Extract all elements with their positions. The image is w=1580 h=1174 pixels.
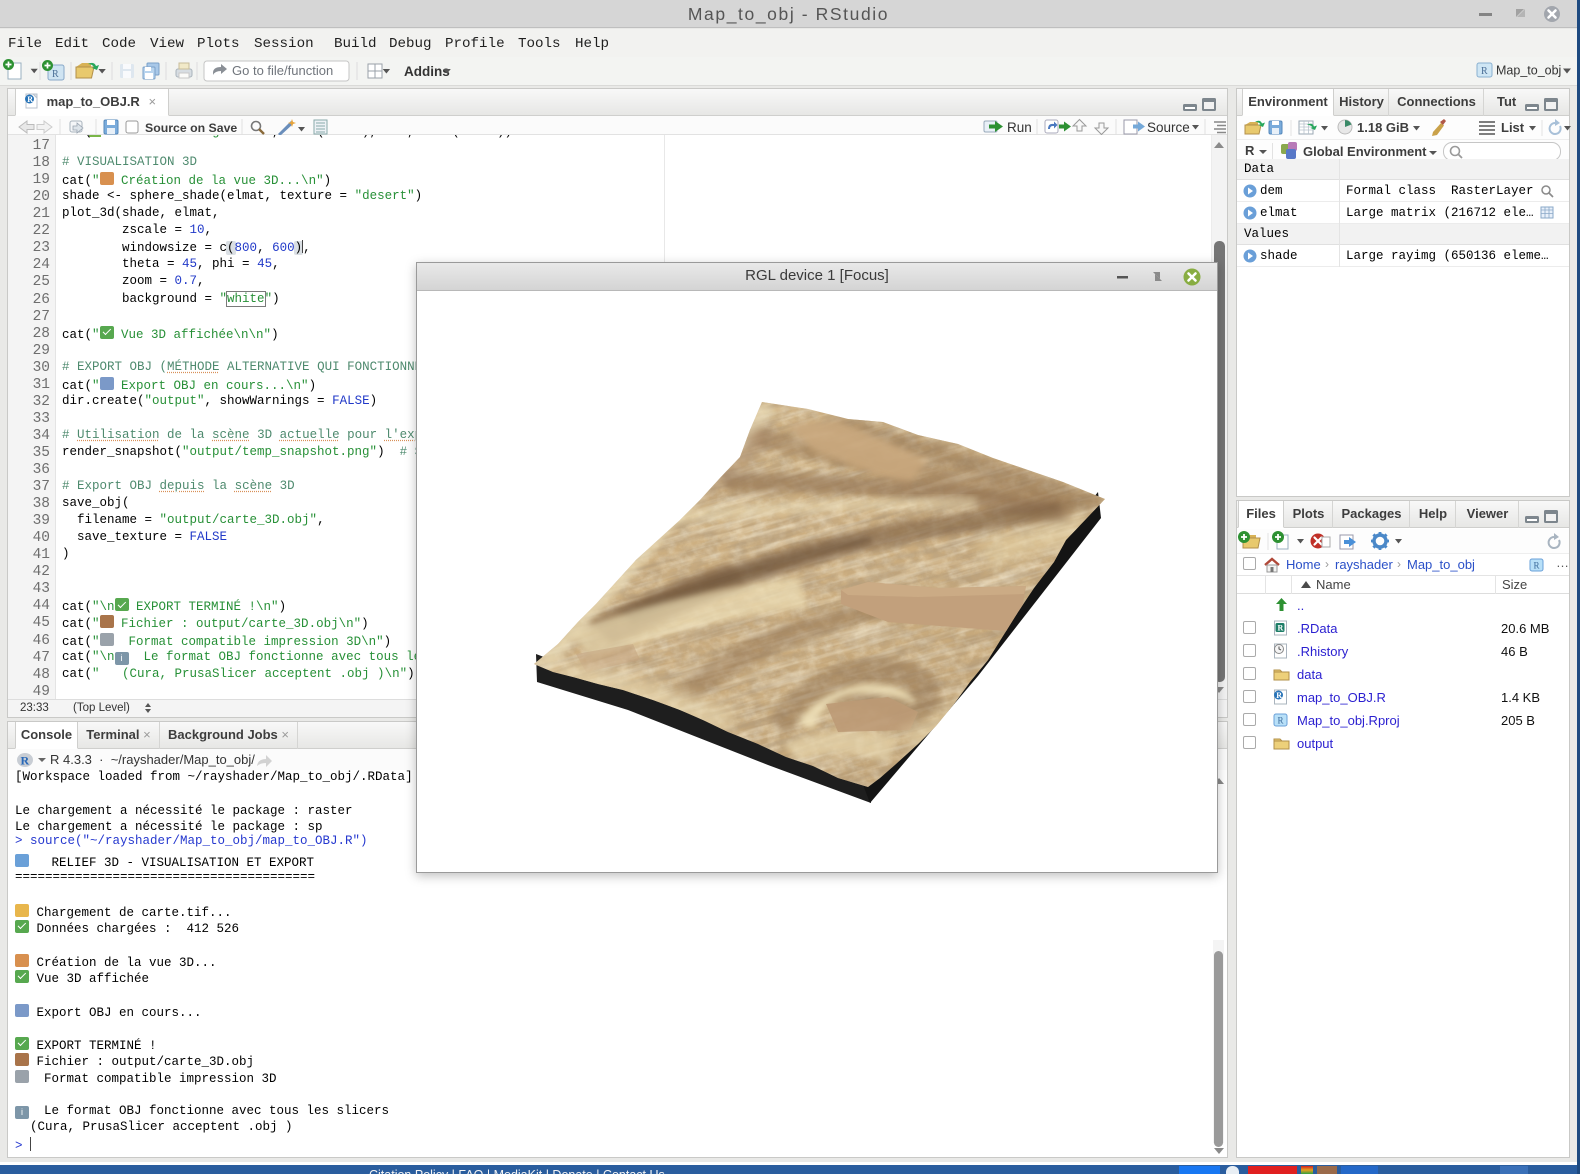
svg-text:1.18 GiB: 1.18 GiB (1357, 120, 1409, 135)
svg-text:Addins: Addins (404, 64, 450, 79)
svg-text:R: R (1278, 624, 1284, 633)
svg-text:Run: Run (1007, 120, 1032, 135)
svg-text:R: R (1534, 561, 1540, 571)
svg-text:Source: Source (1147, 120, 1190, 135)
svg-text:R: R (52, 69, 59, 80)
svg-text:R: R (27, 95, 33, 104)
svg-text:R: R (1481, 66, 1488, 77)
svg-text:R: R (1278, 716, 1284, 726)
svg-text:Map_to_obj: Map_to_obj (1496, 64, 1561, 78)
svg-text:Source on Save: Source on Save (145, 121, 237, 135)
svg-text:R: R (21, 754, 30, 768)
svg-text:R: R (1276, 691, 1282, 700)
svg-text:Go to file/function: Go to file/function (232, 63, 333, 78)
svg-text:List: List (1501, 120, 1525, 135)
